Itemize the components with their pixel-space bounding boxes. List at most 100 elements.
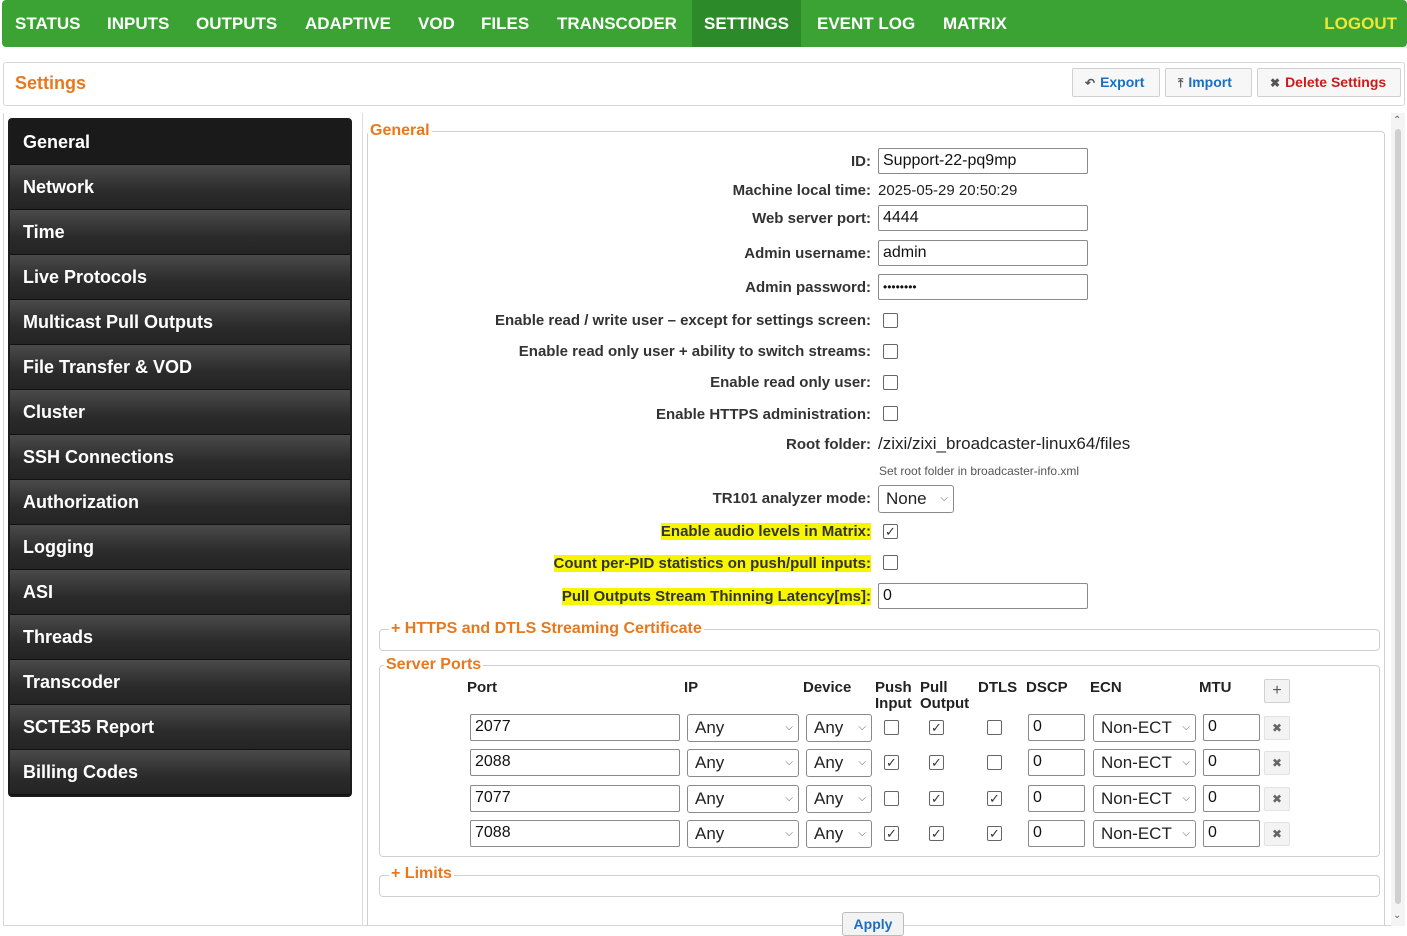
ip-select[interactable]: Any ⌵ (687, 820, 799, 848)
nav-settings[interactable]: SETTINGS (692, 0, 802, 47)
nav-files[interactable]: FILES (469, 0, 541, 47)
dtls-checkbox[interactable] (987, 755, 1002, 770)
port-input[interactable]: 2088 (470, 749, 680, 776)
sidebar-item-threads[interactable]: Threads (10, 615, 350, 660)
nav-status[interactable]: STATUS (3, 0, 92, 47)
web-port-input[interactable]: 4444 (878, 205, 1088, 231)
settings-sidebar: General Network Time Live Protocols Mult… (8, 118, 352, 797)
col-dtls: DTLS (978, 679, 1018, 696)
remove-port-button[interactable]: ✖ (1264, 751, 1290, 775)
tr101-select[interactable]: None ⌵ (878, 485, 954, 513)
sidebar-item-multicast-pull-outputs[interactable]: Multicast Pull Outputs (10, 300, 350, 345)
push-input-checkbox[interactable]: ✓ (884, 826, 899, 841)
limits-toggle[interactable]: + Limits (389, 865, 454, 883)
sidebar-item-billing-codes[interactable]: Billing Codes (10, 750, 350, 795)
mtu-input[interactable]: 0 (1203, 714, 1260, 741)
nav-event-log[interactable]: EVENT LOG (805, 0, 927, 47)
dtls-checkbox[interactable]: ✓ (987, 791, 1002, 806)
mtu-input[interactable]: 0 (1203, 785, 1260, 812)
sidebar-item-general[interactable]: General (10, 120, 350, 165)
sidebar-item-scte35-report[interactable]: SCTE35 Report (10, 705, 350, 750)
device-select[interactable]: Any ⌵ (806, 820, 872, 848)
nav-adaptive[interactable]: ADAPTIVE (293, 0, 403, 47)
admin-username-input[interactable]: admin (878, 240, 1088, 266)
https-cert-toggle[interactable]: + HTTPS and DTLS Streaming Certificate (389, 620, 704, 638)
https-admin-checkbox[interactable] (883, 406, 898, 421)
dtls-checkbox[interactable] (987, 720, 1002, 735)
remove-port-button[interactable]: ✖ (1264, 787, 1290, 811)
ip-select[interactable]: Any ⌵ (687, 749, 799, 777)
ecn-select[interactable]: Non-ECT ⌵ (1093, 749, 1196, 777)
scroll-down-icon[interactable]: ⌄ (1393, 910, 1401, 921)
remove-port-button[interactable]: ✖ (1264, 716, 1290, 740)
scrollbar-thumb[interactable] (1395, 129, 1401, 904)
sidebar-item-authorization[interactable]: Authorization (10, 480, 350, 525)
ip-select[interactable]: Any ⌵ (687, 714, 799, 742)
scroll-up-icon[interactable]: ⌃ (1393, 115, 1401, 126)
admin-password-input[interactable]: •••••••• (878, 274, 1088, 300)
port-input[interactable]: 7088 (470, 820, 680, 847)
port-input[interactable]: 2077 (470, 714, 680, 741)
device-value: Any (814, 824, 844, 843)
device-select[interactable]: Any ⌵ (806, 714, 872, 742)
sidebar-item-asi[interactable]: ASI (10, 570, 350, 615)
pull-output-checkbox[interactable]: ✓ (929, 826, 944, 841)
device-select[interactable]: Any ⌵ (806, 785, 872, 813)
dscp-input[interactable]: 0 (1028, 820, 1085, 847)
dscp-input[interactable]: 0 (1028, 749, 1085, 776)
mtu-input[interactable]: 0 (1203, 749, 1260, 776)
pull-output-checkbox[interactable]: ✓ (929, 791, 944, 806)
sidebar-item-network[interactable]: Network (10, 165, 350, 210)
ro-user-checkbox[interactable] (883, 375, 898, 390)
nav-transcoder[interactable]: TRANSCODER (545, 0, 689, 47)
push-input-checkbox[interactable] (884, 791, 899, 806)
delete-settings-button[interactable]: ✖ Delete Settings (1257, 68, 1401, 97)
ecn-select[interactable]: Non-ECT ⌵ (1093, 820, 1196, 848)
push-input-checkbox[interactable]: ✓ (884, 755, 899, 770)
add-port-button[interactable]: + (1264, 679, 1290, 703)
dtls-checkbox[interactable]: ✓ (987, 826, 1002, 841)
rw-user-checkbox[interactable] (883, 313, 898, 328)
sidebar-item-transcoder[interactable]: Transcoder (10, 660, 350, 705)
sidebar-item-time[interactable]: Time (10, 210, 350, 255)
page-title: Settings (15, 73, 87, 93)
port-input[interactable]: 7077 (470, 785, 680, 812)
ro-user-label: Enable read only user: (710, 374, 871, 391)
import-button[interactable]: ⤒ Import (1165, 68, 1252, 97)
dscp-input[interactable]: 0 (1028, 785, 1085, 812)
sidebar-item-file-transfer-vod[interactable]: File Transfer & VOD (10, 345, 350, 390)
nav-vod[interactable]: VOD (406, 0, 467, 47)
dscp-input[interactable]: 0 (1028, 714, 1085, 741)
nav-matrix[interactable]: MATRIX (931, 0, 1019, 47)
nav-outputs[interactable]: OUTPUTS (184, 0, 289, 47)
apply-button[interactable]: Apply (842, 912, 904, 936)
pull-output-checkbox[interactable]: ✓ (929, 720, 944, 735)
ecn-value: Non-ECT (1101, 824, 1172, 843)
pull-output-checkbox[interactable]: ✓ (929, 755, 944, 770)
logout-link[interactable]: LOGOUT (1324, 0, 1397, 47)
export-label: Export (1100, 74, 1145, 90)
sidebar-item-live-protocols[interactable]: Live Protocols (10, 255, 350, 300)
sidebar-item-logging[interactable]: Logging (10, 525, 350, 570)
ecn-select[interactable]: Non-ECT ⌵ (1093, 785, 1196, 813)
mtu-input[interactable]: 0 (1203, 820, 1260, 847)
scrollbar[interactable]: ⌃ ⌄ (1391, 113, 1405, 926)
https-cert-label: HTTPS and DTLS Streaming Certificate (404, 620, 702, 637)
audio-levels-checkbox[interactable]: ✓ (883, 524, 898, 539)
ecn-select[interactable]: Non-ECT ⌵ (1093, 714, 1196, 742)
per-pid-checkbox[interactable] (883, 555, 898, 570)
export-button[interactable]: ↶ Export (1072, 68, 1160, 97)
device-select[interactable]: Any ⌵ (806, 749, 872, 777)
tr101-value: None (886, 489, 927, 508)
sidebar-item-ssh-connections[interactable]: SSH Connections (10, 435, 350, 480)
close-icon: ✖ (1271, 827, 1283, 841)
ro-switch-checkbox[interactable] (883, 344, 898, 359)
id-input[interactable]: Support-22-pq9mp (878, 148, 1088, 174)
push-input-checkbox[interactable] (884, 720, 899, 735)
nav-inputs[interactable]: INPUTS (95, 0, 181, 47)
remove-port-button[interactable]: ✖ (1264, 822, 1290, 846)
ip-select[interactable]: Any ⌵ (687, 785, 799, 813)
thinning-latency-text: Pull Outputs Stream Thinning Latency[ms]… (561, 588, 871, 605)
thinning-latency-input[interactable]: 0 (878, 583, 1088, 609)
sidebar-item-cluster[interactable]: Cluster (10, 390, 350, 435)
